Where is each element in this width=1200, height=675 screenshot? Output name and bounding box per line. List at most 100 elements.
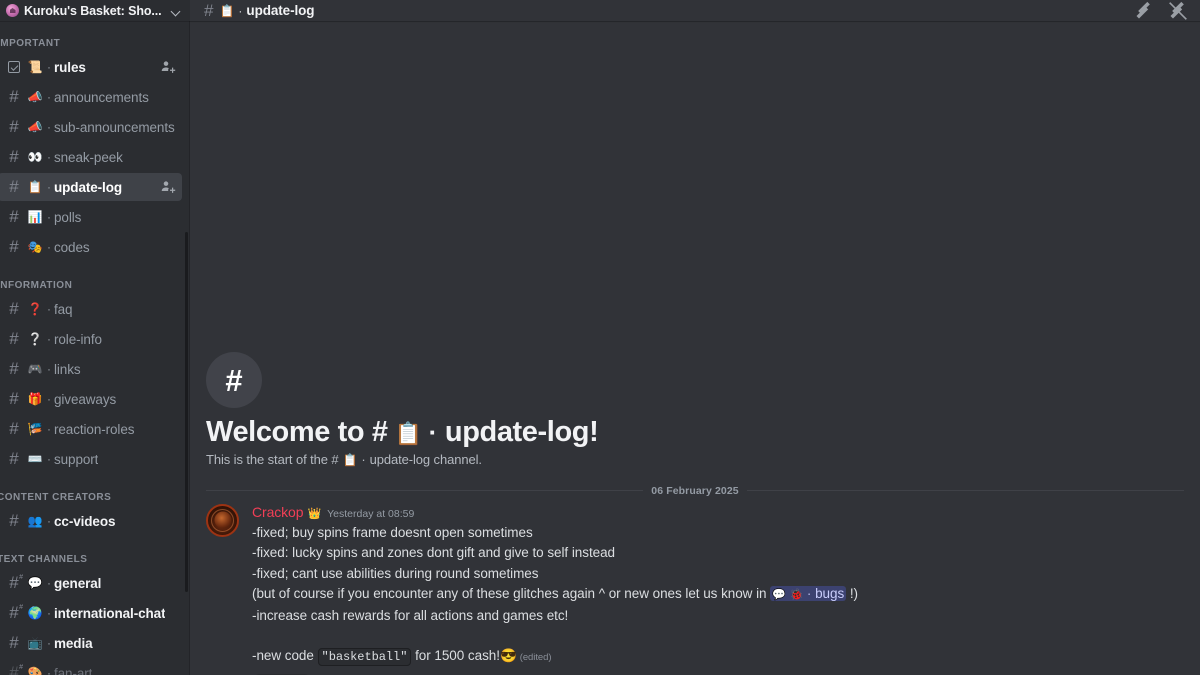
channel-emoji-icon: 🎨 — [27, 666, 43, 675]
channel-separator: · — [47, 422, 51, 436]
sidebar-channel-fan-art[interactable]: # # 🎨 · fan-art — [0, 659, 182, 675]
category-label-information[interactable]: INFORMATION — [0, 273, 190, 295]
category-label-text-channels[interactable]: TEXT CHANNELS — [0, 547, 190, 569]
sidebar-channel-role-info[interactable]: # ❔ · role-info — [0, 325, 182, 353]
hash-icon: # — [9, 389, 19, 408]
sidebar-channel-sub-announcements[interactable]: # 📣 · sub-announcements — [0, 113, 182, 141]
channel-mention-bugs[interactable]: 💬 🐞 · bugs — [770, 586, 847, 602]
mention-emoji-icon-2: 🐞 — [789, 589, 804, 602]
main-content: # 📋 · update-log # Welcome to # 📋 · upda… — [190, 0, 1200, 675]
channel-separator: · — [47, 240, 51, 254]
message-line: -fixed; buy spins frame doesnt open some… — [252, 524, 533, 540]
channel-name: sub-announcements — [54, 119, 175, 135]
sunglasses-emoji-icon: 😎 — [499, 648, 517, 664]
channel-emoji-icon: 👀 — [27, 150, 43, 164]
welcome-sub-suffix: update-log channel. — [369, 452, 482, 468]
channel-separator: · — [47, 362, 51, 376]
sidebar-channel-faq[interactable]: # ❓ · faq — [0, 295, 182, 323]
channel-separator: · — [47, 452, 51, 466]
channel-separator: · — [47, 150, 51, 164]
avatar[interactable] — [206, 504, 239, 538]
channel-name: faq — [54, 301, 73, 317]
hash-icon: # — [9, 87, 19, 106]
notification-bell-icon[interactable] — [1168, 1, 1188, 21]
channel-title: update-log — [246, 3, 315, 18]
channel-name: codes — [54, 239, 90, 255]
hash-icon: # — [9, 177, 19, 196]
add-member-icon[interactable] — [160, 179, 176, 195]
channel-separator: · — [47, 514, 51, 528]
inline-code-basketball: "basketball" — [317, 648, 412, 667]
channel-name: sneak-peek — [54, 149, 123, 165]
welcome-sub-prefix: This is the start of the # — [206, 452, 339, 468]
channel-name: links — [54, 361, 81, 377]
channel-separator: · — [238, 3, 243, 18]
sidebar-channel-links[interactable]: # 🎮 · links — [0, 355, 182, 383]
category-label-important[interactable]: IMPORTANT — [0, 31, 190, 53]
mention-dot: · — [806, 586, 812, 602]
channel-emoji-icon: ❓ — [27, 302, 43, 316]
hash-icon: # — [9, 511, 19, 530]
sidebar-scrollbar[interactable] — [185, 232, 188, 592]
sidebar-channel-codes[interactable]: # 🎭 · codes — [0, 233, 182, 261]
sidebar-channel-rules[interactable]: 📜 · rules — [0, 53, 182, 81]
channel-separator: · — [47, 332, 51, 346]
threads-icon[interactable] — [1134, 1, 1154, 21]
channel-name: polls — [54, 209, 82, 225]
channel-separator: · — [47, 392, 51, 406]
add-member-icon[interactable] — [160, 59, 176, 75]
channel-name: media — [54, 635, 93, 651]
channel-separator: · — [47, 60, 51, 74]
channel-name: update-log — [54, 179, 122, 195]
sidebar-channel-general[interactable]: # # 💬 · general — [0, 569, 182, 597]
channel-separator: · — [47, 210, 51, 224]
sidebar-channel-giveaways[interactable]: # 🎁 · giveaways — [0, 385, 182, 413]
server-header[interactable]: Kuroku's Basket: Sho... — [0, 0, 190, 21]
channel-emoji-icon: 📣 — [27, 90, 43, 104]
welcome-sub-dot: · — [361, 452, 366, 468]
channel-emoji-icon: 💬 — [27, 576, 43, 590]
hash-icon: # — [9, 299, 19, 318]
hash-icon: # — [9, 633, 19, 652]
rules-icon — [4, 57, 24, 77]
hash-icon: # # — [9, 663, 23, 675]
channel-separator: · — [47, 120, 51, 134]
sidebar-channel-sneak-peek[interactable]: # 👀 · sneak-peek — [0, 143, 182, 171]
sidebar-channel-announcements[interactable]: # 📣 · announcements — [0, 83, 182, 111]
glitch-text-before: (but of course if you encounter any of t… — [252, 586, 771, 602]
hash-icon: # # — [9, 603, 23, 622]
sidebar-channel-support[interactable]: # ⌨️ · support — [0, 445, 182, 473]
channel-emoji-icon: 📊 — [27, 210, 43, 224]
sidebar-channel-update-log[interactable]: # 📋 · update-log — [0, 173, 182, 201]
message-line-with-code: -new code "basketball" for 1500 cash!😎 (e… — [252, 646, 1184, 669]
channel-separator: · — [47, 90, 51, 104]
channel-separator: · — [47, 636, 51, 650]
category-label-content-creators[interactable]: CONTENT CREATORS — [0, 485, 190, 507]
date-divider: 06 February 2025 — [206, 484, 1184, 497]
channel-sidebar: Kuroku's Basket: Sho... IMPORTANT 📜 · rules… — [0, 0, 190, 675]
sidebar-channel-media[interactable]: # 📺 · media — [0, 629, 182, 657]
message-line: -fixed: lucky spins and zones dont gift … — [252, 545, 616, 561]
channel-name: reaction-roles — [54, 421, 135, 437]
channel-emoji-icon: ❔ — [27, 332, 43, 346]
message-author[interactable]: Crackop — [252, 503, 304, 521]
hash-icon: # — [9, 359, 19, 378]
edited-label: (edited) — [519, 652, 552, 664]
chevron-down-icon[interactable] — [170, 5, 182, 17]
message-line: -increase cash rewards for all actions a… — [252, 607, 569, 623]
channel-emoji-icon: 📜 — [27, 60, 43, 74]
channel-separator: · — [47, 606, 51, 620]
message-area[interactable]: # Welcome to # 📋 · update-log! This is t… — [190, 21, 1200, 675]
channel-name: giveaways — [54, 391, 117, 407]
message-item[interactable]: Crackop 👑 Yesterday at 08:59 -fixed; buy… — [190, 497, 1200, 675]
channel-emoji-icon: 📋 — [27, 180, 43, 194]
sidebar-channel-polls[interactable]: # 📊 · polls — [0, 203, 182, 231]
sidebar-channel-reaction-roles[interactable]: # 🎏 · reaction-roles — [0, 415, 182, 443]
channel-name: fan-art — [54, 665, 93, 675]
sidebar-channel-cc-videos[interactable]: # 👥 · cc-videos — [0, 507, 182, 535]
channel-list[interactable]: IMPORTANT 📜 · rules # 📣 · announcements # 📣 · sub-a… — [0, 21, 190, 675]
sidebar-channel-international-chat[interactable]: # # 🌍 · international-chat — [0, 599, 182, 627]
date-label: 06 February 2025 — [651, 484, 739, 497]
channel-name: international-chat — [54, 605, 166, 621]
channel-name: role-info — [54, 331, 102, 347]
